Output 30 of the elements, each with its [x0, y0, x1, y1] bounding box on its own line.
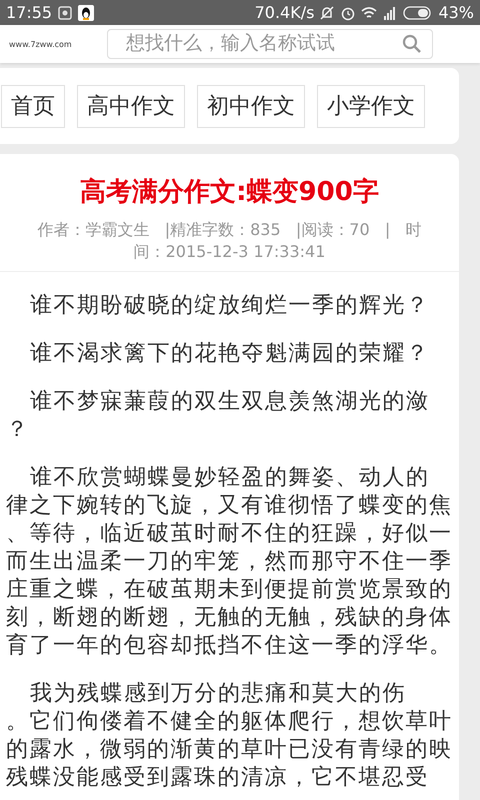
wifi-icon — [361, 4, 378, 20]
paragraph-line: ？ — [5, 416, 30, 444]
paragraph-line: 谁不梦寐蒹葭的双生双息羡煞湖光的潋 — [29, 388, 430, 416]
paragraph-line: 育了一年的包容却抵挡不住这一季的浮华。 — [5, 632, 454, 660]
nav-link[interactable]: 首页 — [1, 84, 65, 128]
search-icon — [402, 34, 422, 54]
nav-link[interactable]: 初中作文 — [197, 84, 305, 128]
network-speed: 70.4K/s — [254, 3, 314, 22]
paragraph-line: 。它们佝偻着不健全的躯体爬行，想饮草叶 — [5, 708, 454, 736]
penguin-icon — [78, 4, 94, 20]
paragraph-line: 刻，断翅的断翅，无触的无触，残缺的身体 — [5, 604, 454, 632]
article-title: 高考满分作文:蝶变900字 — [79, 176, 380, 209]
battery-percentage: 43% — [438, 3, 474, 22]
paragraph-line: 庄重之蝶，在破茧期未到便提前赏览景致的 — [5, 576, 454, 604]
nav-link[interactable]: 高中作文 — [77, 84, 185, 128]
paragraph-line: 谁不欣赏蝴蝶曼妙轻盈的舞姿、动人的 — [29, 464, 430, 492]
paragraph-line: 我为残蝶感到万分的悲痛和莫大的伤 — [29, 680, 407, 708]
clock: 17:55 — [6, 3, 52, 22]
paragraph-line: 而生出温柔一刀的牢笼，然而那守不住一季 — [5, 548, 454, 576]
site-url: www.7zww.com — [9, 40, 73, 48]
article-meta: 间：2015-12-3 17:33:41 — [134, 241, 326, 263]
paragraph-line: 谁不渴求篱下的花艳夺魁满园的荣耀？ — [29, 340, 430, 368]
paragraph-line: 谁不期盼破晓的绽放绚烂一季的辉光？ — [29, 292, 430, 320]
paragraph-line: 的露水，微弱的渐黄的草叶已没有青绿的映 — [5, 736, 454, 764]
article-meta: 作者：学霸文生 |精准字数：835 |阅读：70 | 时 — [37, 219, 422, 241]
paragraph-line: 律之下婉转的飞旋，又有谁彻悟了蝶变的焦 — [5, 492, 454, 520]
paragraph-line: 残蝶没能感受到露珠的清凉，它不堪忍受 — [5, 764, 430, 792]
search-field[interactable]: 想找什么，输入名称试试 — [107, 29, 433, 59]
nav-link[interactable]: 小学作文 — [317, 84, 425, 128]
paragraph-line: 、等待，临近破茧时耐不住的狂躁，好似一 — [5, 520, 454, 548]
